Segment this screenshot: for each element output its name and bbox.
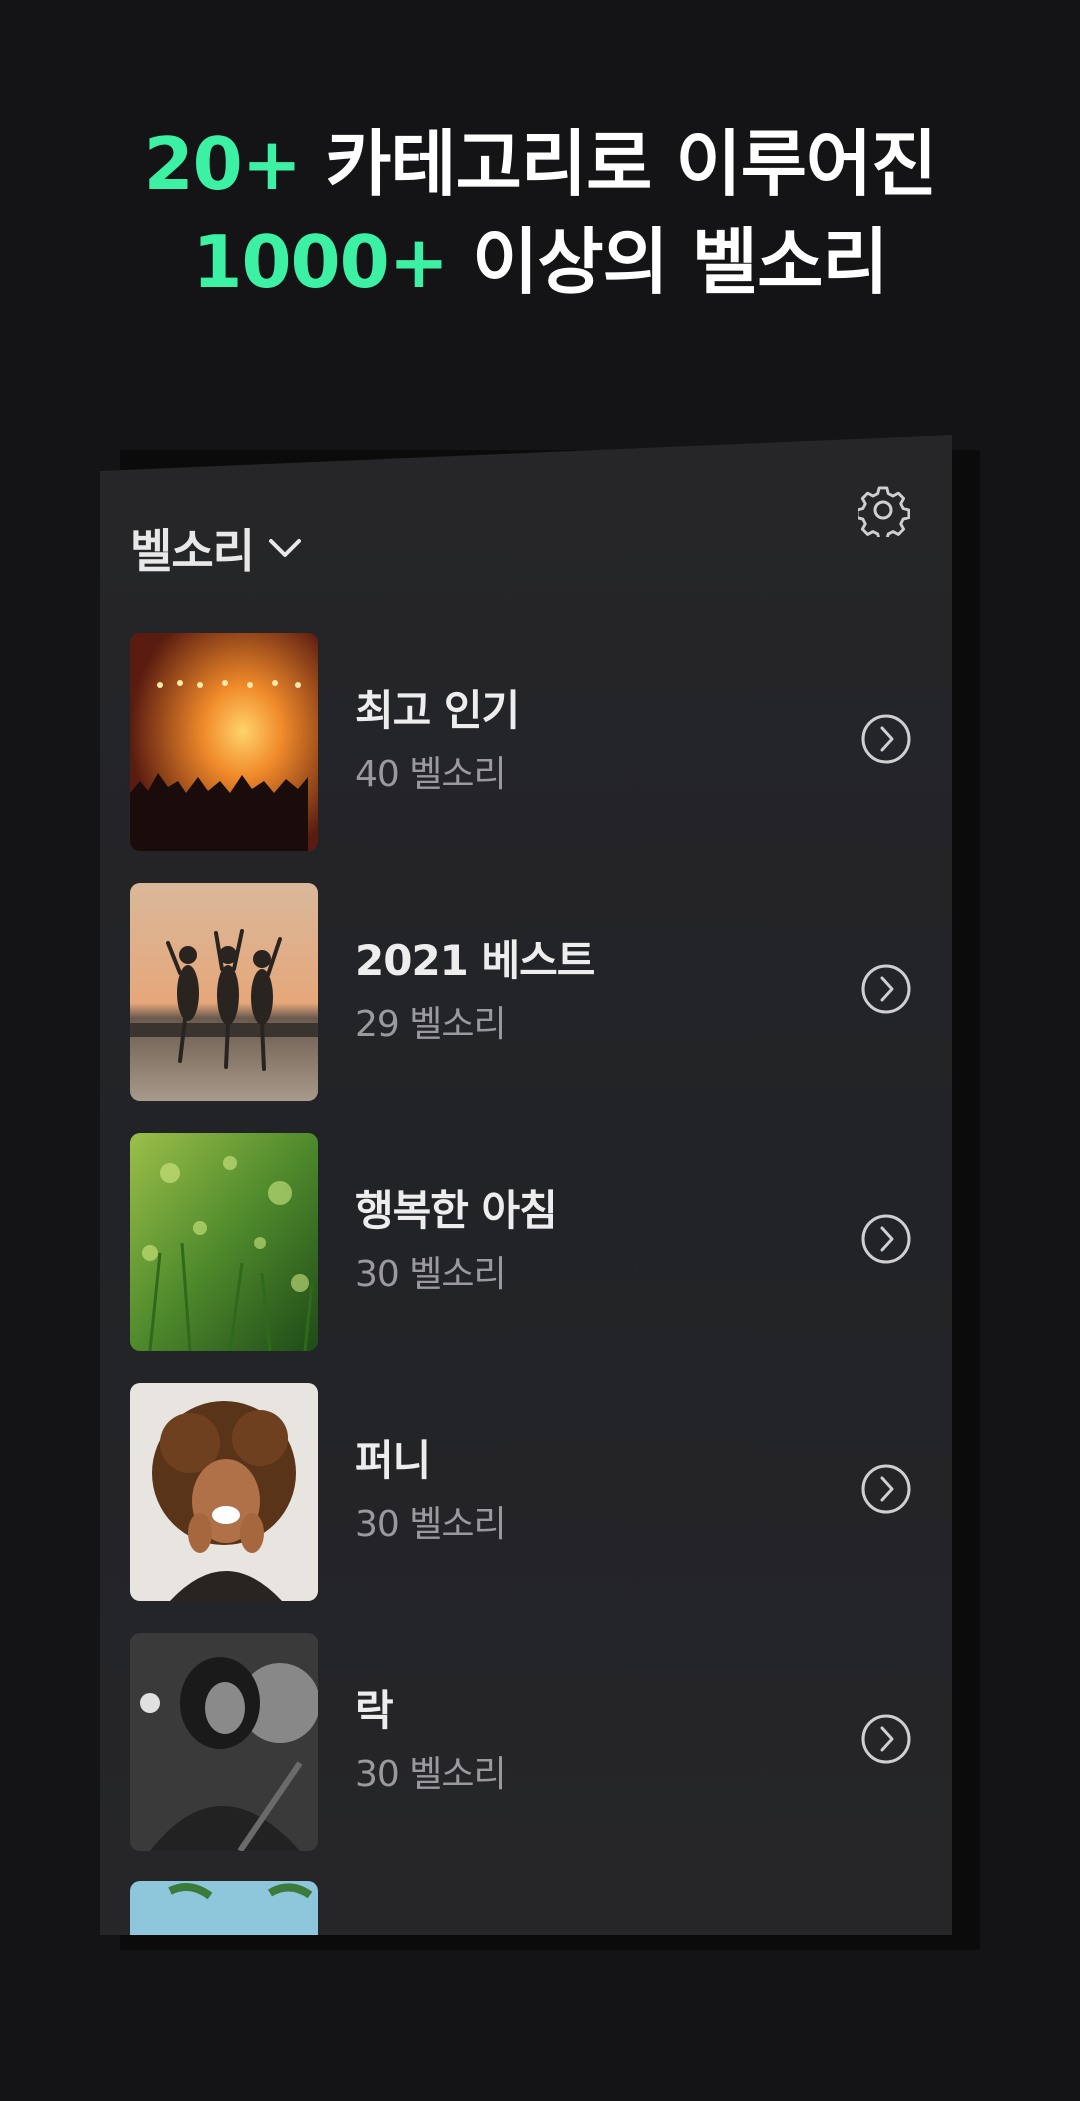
headline-accent-1: 20+ [143,122,303,206]
item-title: 최고 인기 [355,686,520,735]
thumbnail-concert-crowd [130,633,318,851]
chevron-down-icon [268,537,302,559]
headline-line-1: 20+ 카테고리로 이루어진 [0,105,1080,210]
list-item[interactable]: 최고 인기 40 벨소리 [130,633,930,853]
chevron-right-circle-icon[interactable] [860,963,912,1015]
thumbnail-palm-sky [130,1881,318,1935]
item-title: 행복한 아침 [355,1186,558,1235]
app-title: 벨소리 [130,524,255,578]
category-dropdown[interactable]: 벨소리 [130,515,302,581]
list-item[interactable]: 퍼니 30 벨소리 [130,1383,930,1603]
headline-line-2: 1000+ 이상의 벨소리 [0,203,1080,308]
item-count: 30 벨소리 [355,1254,507,1295]
device-screen: 벨소리 최고 인기 40 벨소리 2021 베스트 29 벨소리 행복한 아침 … [100,435,952,1935]
thumbnail-rock-guitarist [130,1633,318,1851]
gear-icon[interactable] [855,485,911,542]
item-count: 29 벨소리 [355,1004,507,1045]
headline-accent-2: 1000+ [192,220,449,304]
item-title: 2021 베스트 [355,936,595,985]
item-count: 30 벨소리 [355,1504,507,1545]
chevron-right-circle-icon[interactable] [860,1213,912,1265]
item-count: 30 벨소리 [355,1754,507,1795]
chevron-right-circle-icon[interactable] [860,1463,912,1515]
item-title: 퍼니 [355,1436,431,1485]
headline-text-2: 이상의 벨소리 [472,220,889,304]
thumbnail-beach-jumping [130,883,318,1101]
list-item[interactable] [130,1881,930,1935]
chevron-right-circle-icon[interactable] [860,713,912,765]
item-title: 락 [355,1686,394,1735]
headline-text-1: 카테고리로 이루어진 [325,122,937,206]
chevron-right-circle-icon[interactable] [860,1713,912,1765]
thumbnail-laughing-woman [130,1383,318,1601]
list-item[interactable]: 2021 베스트 29 벨소리 [130,883,930,1103]
thumbnail-morning-grass [130,1133,318,1351]
list-item[interactable]: 락 30 벨소리 [130,1633,930,1853]
list-item[interactable]: 행복한 아침 30 벨소리 [130,1133,930,1353]
item-count: 40 벨소리 [355,754,507,795]
